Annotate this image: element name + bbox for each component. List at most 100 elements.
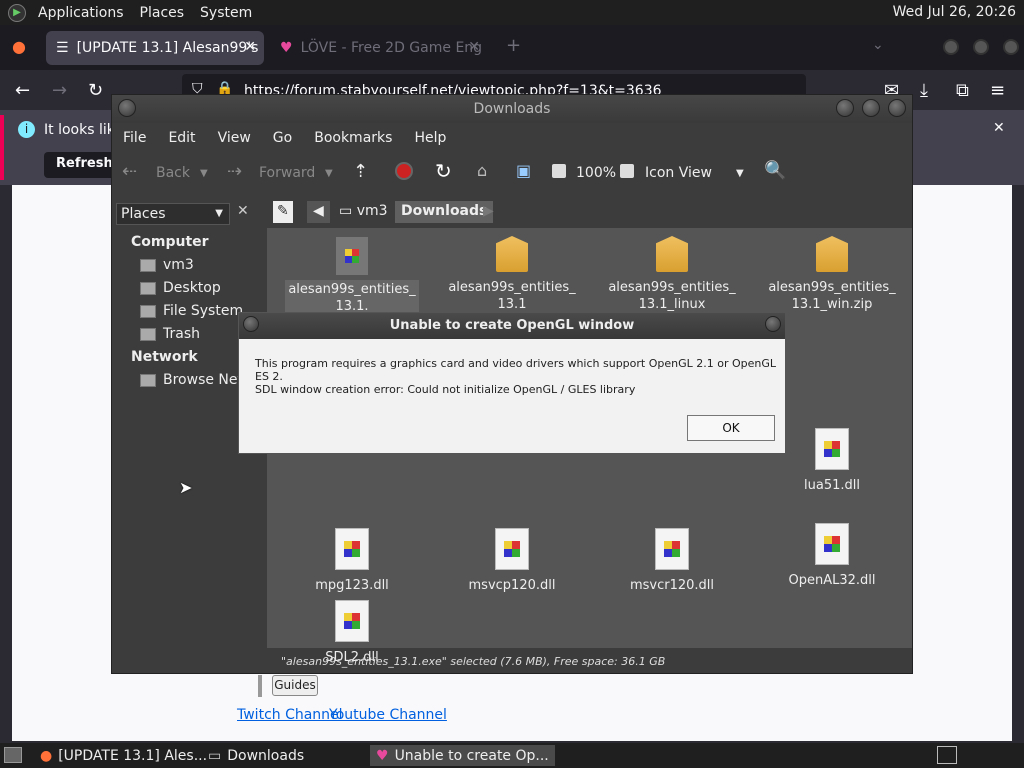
home-icon[interactable]: ⌂ <box>477 161 487 180</box>
dialog-message: This program requires a graphics card an… <box>255 357 777 383</box>
menu-file[interactable]: File <box>112 130 157 146</box>
file-item-folder-linux[interactable]: alesan99s_entities_ 13.1_linux <box>602 236 742 314</box>
search-icon[interactable]: 🔍 <box>764 160 786 181</box>
dialog-close-icon[interactable] <box>765 316 781 332</box>
menu-go[interactable]: Go <box>262 130 303 146</box>
dll-icon <box>335 528 369 570</box>
path-left-arrow-icon[interactable]: ◀ <box>307 201 330 223</box>
desktop-icon <box>140 281 156 295</box>
computer-icon[interactable]: ▣ <box>516 161 531 180</box>
dialog-menu-icon[interactable] <box>243 316 259 332</box>
applications-menu[interactable]: Applications <box>30 5 132 21</box>
tab-title: [UPDATE 13.1] Alesan99's E <box>76 40 264 56</box>
workspace-switcher-icon[interactable] <box>937 746 957 764</box>
edit-location-icon[interactable]: ✎ <box>273 201 293 223</box>
twitch-link[interactable]: Twitch Channel <box>237 707 343 723</box>
menu-view[interactable]: View <box>207 130 262 146</box>
executable-icon <box>335 236 369 276</box>
minimize-window-icon[interactable] <box>943 39 959 55</box>
sidebar-item-file-system[interactable]: File System <box>140 303 243 319</box>
clock[interactable]: Wed Jul 26, 20:26 <box>893 4 1016 20</box>
back-arrow-icon[interactable]: ← <box>15 80 30 101</box>
dialog-title: Unable to create OpenGL window <box>389 318 635 333</box>
maximize-window-icon[interactable] <box>973 39 989 55</box>
sidebar-item-vm3[interactable]: vm3 <box>140 257 194 273</box>
view-mode-select[interactable]: Icon View <box>645 165 712 181</box>
minimize-icon[interactable] <box>836 99 854 117</box>
zoom-in-icon[interactable] <box>620 164 634 178</box>
file-label: lua51.dll <box>804 478 860 493</box>
forward-history-icon[interactable]: ▼ <box>325 168 333 179</box>
file-item-zip[interactable]: alesan99s_entities_ 13.1_win.zip <box>762 236 902 314</box>
taskbar-item-label: Downloads <box>227 747 305 764</box>
downloads-icon[interactable]: ⤓ <box>920 80 928 101</box>
browser-tab[interactable]: ♥ LÖVE - Free 2D Game Eng ✕ <box>270 31 488 65</box>
close-tab-icon[interactable]: ✕ <box>244 39 256 55</box>
sidebar-item-trash[interactable]: Trash <box>140 326 200 342</box>
taskbar-item-firefox[interactable]: ● [UPDATE 13.1] Ales... <box>34 745 213 766</box>
window-title: Downloads <box>473 101 551 117</box>
reload-icon[interactable]: ↻ <box>88 80 103 101</box>
dll-icon <box>655 528 689 570</box>
back-icon[interactable]: ⇠ <box>122 161 137 182</box>
up-icon[interactable]: ⇡ <box>353 161 368 182</box>
firefox-icon[interactable]: ● <box>12 37 26 56</box>
folder-icon <box>496 236 528 272</box>
file-item-msvcr120[interactable]: msvcr120.dll <box>602 528 742 595</box>
toolbar: ⇠ Back ▼ ⇢ Forward ▼ ⇡ ↻ ⌂ ▣ 100% Icon V… <box>112 153 912 195</box>
close-sidebar-icon[interactable]: ✕ <box>237 203 249 219</box>
close-icon[interactable] <box>888 99 906 117</box>
path-right-arrow-icon[interactable]: ▶ <box>477 201 500 223</box>
zoom-level[interactable]: 100% <box>576 165 616 181</box>
file-item-exe[interactable]: alesan99s_entities_ 13.1. <box>282 236 422 316</box>
path-segment-vm3[interactable]: ▭ vm3 <box>333 201 394 223</box>
reload-icon[interactable]: ↻ <box>435 159 452 183</box>
guides-button[interactable]: Guides <box>272 675 318 696</box>
file-item-openal32[interactable]: OpenAL32.dll <box>762 523 902 590</box>
app-menu-icon[interactable]: ≡ <box>990 80 1005 101</box>
taskbar-item-dialog[interactable]: ♥ Unable to create Op... <box>370 745 555 766</box>
places-combo[interactable]: Places ▼ <box>116 203 230 225</box>
window-title-bar[interactable]: Downloads <box>112 95 912 123</box>
show-desktop-icon[interactable] <box>4 747 22 763</box>
stop-icon[interactable] <box>395 162 413 180</box>
sidebar-item-desktop[interactable]: Desktop <box>140 280 221 296</box>
maximize-icon[interactable] <box>862 99 880 117</box>
forward-arrow-icon[interactable]: → <box>52 80 67 101</box>
extensions-icon[interactable]: ⧉ <box>956 80 969 101</box>
mouse-cursor-icon: ➤ <box>179 478 193 497</box>
list-tabs-icon[interactable]: ⌄ <box>872 37 884 53</box>
close-tab-icon[interactable]: ✕ <box>468 39 480 55</box>
places-menu[interactable]: Places <box>132 5 193 21</box>
browser-tab-active[interactable]: ☰ [UPDATE 13.1] Alesan99's E ✕ <box>46 31 264 65</box>
forward-icon[interactable]: ⇢ <box>227 161 242 182</box>
taskbar-item-label: Unable to create Op... <box>394 747 549 764</box>
menu-logo-icon[interactable]: ▶ <box>8 3 26 22</box>
file-item-folder[interactable]: alesan99s_entities_ 13.1 <box>442 236 582 314</box>
view-mode-chevron-icon[interactable]: ▼ <box>736 168 744 179</box>
forward-button[interactable]: Forward <box>259 165 315 181</box>
file-item-mpg123[interactable]: mpg123.dll <box>282 528 422 595</box>
dll-icon <box>495 528 529 570</box>
trash-icon <box>140 327 156 341</box>
menu-help[interactable]: Help <box>403 130 457 146</box>
new-tab-icon[interactable]: + <box>506 35 521 56</box>
menu-bookmarks[interactable]: Bookmarks <box>303 130 403 146</box>
menu-bar: File Edit View Go Bookmarks Help <box>112 123 912 153</box>
window-menu-icon[interactable] <box>118 99 136 117</box>
back-button[interactable]: Back <box>156 165 190 181</box>
close-window-icon[interactable] <box>1003 39 1019 55</box>
youtube-link[interactable]: Youtube Channel <box>329 707 447 723</box>
dialog-title-bar[interactable]: Unable to create OpenGL window <box>239 313 785 339</box>
zoom-out-icon[interactable] <box>552 164 566 178</box>
ok-button[interactable]: OK <box>687 415 775 441</box>
taskbar-item-downloads[interactable]: ▭ Downloads <box>202 745 310 766</box>
close-notice-icon[interactable]: ✕ <box>993 120 1005 136</box>
love-favicon-icon: ♥ <box>280 40 293 56</box>
file-item-msvcp120[interactable]: msvcp120.dll <box>442 528 582 595</box>
forum-favicon-icon: ☰ <box>56 40 69 56</box>
menu-edit[interactable]: Edit <box>157 130 206 146</box>
file-label: OpenAL32.dll <box>788 573 876 588</box>
back-history-icon[interactable]: ▼ <box>200 168 208 179</box>
system-menu[interactable]: System <box>192 5 260 21</box>
